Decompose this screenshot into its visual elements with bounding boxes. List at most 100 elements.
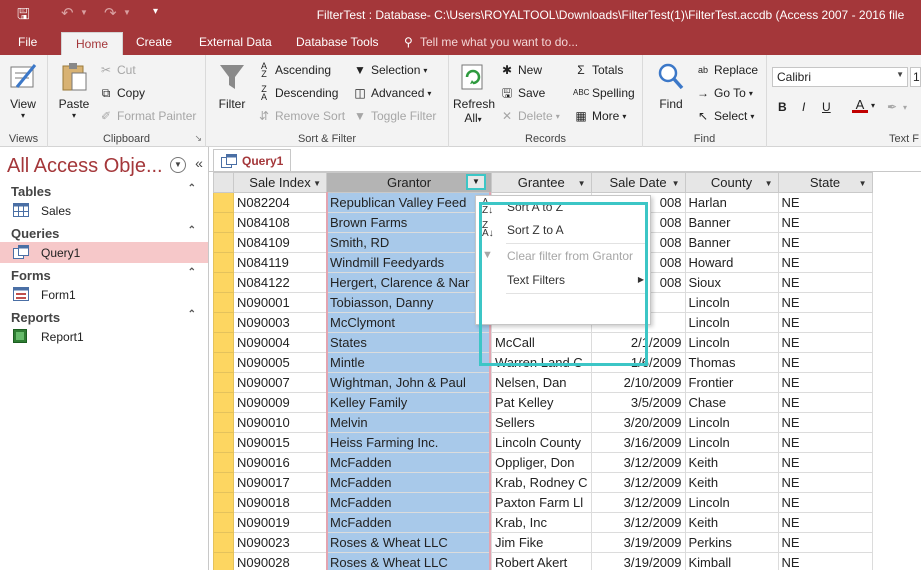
cell-grantor[interactable]: Wightman, John & Paul xyxy=(326,372,492,393)
column-dropdown-icon[interactable]: ▼ xyxy=(313,179,321,188)
cell-county[interactable]: Banner xyxy=(684,212,779,233)
cell-county[interactable]: Lincoln xyxy=(684,432,779,453)
cell-grantee[interactable]: Oppliger, Don xyxy=(491,452,592,473)
view-button[interactable]: View ▾ xyxy=(6,61,40,120)
cell-grantor[interactable]: Smith, RD xyxy=(326,232,492,253)
refresh-all-button[interactable]: Refresh All▾ xyxy=(453,61,495,125)
record-selector[interactable] xyxy=(213,212,234,233)
cell-sale-date[interactable]: 2/10/2009 xyxy=(590,372,686,393)
cell-state[interactable]: NE xyxy=(777,412,873,433)
cell-state[interactable]: NE xyxy=(777,512,873,533)
tab-file[interactable]: File xyxy=(18,35,37,49)
cell-county[interactable]: Sioux xyxy=(684,272,779,293)
cell-sale-index[interactable]: N090015 xyxy=(233,432,327,453)
column-dropdown-icon[interactable]: ▼ xyxy=(672,179,680,188)
record-selector[interactable] xyxy=(213,292,234,313)
save-icon[interactable]: 🖫 xyxy=(17,4,30,29)
cell-county[interactable]: Lincoln xyxy=(684,332,779,353)
selection-button[interactable]: ▼ Selection ▾ xyxy=(352,62,427,78)
cell-sale-date[interactable]: 3/19/2009 xyxy=(590,532,686,553)
cell-sale-index[interactable]: N090007 xyxy=(233,372,327,393)
table-row[interactable]: N090016 McFadden Oppliger, Don 3/12/2009 Kei… xyxy=(213,452,873,473)
nav-item-form1[interactable]: Form1 xyxy=(0,284,208,305)
delete-record-button[interactable]: ✕ Delete ▾ xyxy=(499,108,560,124)
cell-state[interactable]: NE xyxy=(777,272,873,293)
ascending-button[interactable]: A Z Ascending xyxy=(256,62,331,79)
cell-sale-date[interactable]: 3/16/2009 xyxy=(590,432,686,453)
font-name-select[interactable]: Calibri ▼ xyxy=(772,67,908,87)
goto-button[interactable]: → Go To ▾ xyxy=(695,85,753,101)
cell-grantor[interactable]: Mintle xyxy=(326,352,492,373)
font-color-button[interactable]: A ▾ xyxy=(852,97,875,113)
nav-section-queries[interactable]: Queries ⌃ xyxy=(0,222,208,242)
column-header-county[interactable]: County ▼ xyxy=(684,172,779,193)
bold-button[interactable]: B xyxy=(778,100,787,114)
cell-state[interactable]: NE xyxy=(777,492,873,513)
select-all-corner[interactable] xyxy=(213,172,234,193)
cut-button[interactable]: ✂ Cut xyxy=(98,62,136,78)
column-dropdown-icon[interactable]: ▼ xyxy=(765,179,773,188)
redo-icon[interactable]: ↷ xyxy=(104,4,117,22)
record-selector[interactable] xyxy=(213,312,234,333)
cell-sale-date[interactable]: 3/12/2009 xyxy=(590,512,686,533)
record-selector[interactable] xyxy=(213,232,234,253)
save-record-button[interactable]: 🖫 Save xyxy=(499,85,545,101)
cell-state[interactable]: NE xyxy=(777,472,873,493)
cell-sale-index[interactable]: N090019 xyxy=(233,512,327,533)
column-header-state[interactable]: State ▼ xyxy=(777,172,873,193)
cell-county[interactable]: Keith xyxy=(684,512,779,533)
italic-button[interactable]: I xyxy=(802,100,805,114)
cell-grantor[interactable]: Windmill Feedyards xyxy=(326,252,492,273)
cell-sale-index[interactable]: N084119 xyxy=(233,252,327,273)
cell-county[interactable]: Perkins xyxy=(684,532,779,553)
nav-item-report1[interactable]: Report1 xyxy=(0,326,208,347)
cell-grantor[interactable]: Roses & Wheat LLC xyxy=(326,552,492,570)
cell-grantee[interactable]: Nelsen, Dan xyxy=(491,372,592,393)
cell-sale-date[interactable]: 1/6/2009 xyxy=(590,352,686,373)
replace-button[interactable]: ab Replace xyxy=(695,62,758,78)
more-button[interactable]: ▦ More ▾ xyxy=(573,108,626,124)
cell-grantor[interactable]: Tobiasson, Danny xyxy=(326,292,492,313)
cell-sale-date[interactable]: 2/1/2009 xyxy=(590,332,686,353)
record-selector[interactable] xyxy=(213,512,234,533)
record-selector[interactable] xyxy=(213,392,234,413)
tab-home[interactable]: Home xyxy=(61,32,124,55)
cell-state[interactable]: NE xyxy=(777,292,873,313)
format-painter-button[interactable]: ✐ Format Painter xyxy=(98,108,196,124)
cell-grantee[interactable]: Krab, Rodney C xyxy=(491,472,592,493)
cell-state[interactable]: NE xyxy=(777,332,873,353)
text-filters-item[interactable]: Text Filters ▶ xyxy=(476,269,650,291)
cell-grantee[interactable]: Warren Land C xyxy=(491,352,592,373)
cell-sale-index[interactable]: N090023 xyxy=(233,532,327,553)
table-row[interactable]: N090018 McFadden Paxton Farm Ll 3/12/2009 Li… xyxy=(213,492,873,513)
cell-state[interactable]: NE xyxy=(777,312,873,333)
cell-county[interactable]: Howard xyxy=(684,252,779,273)
table-row[interactable]: N090010 Melvin Sellers 3/20/2009 Lincoln NE xyxy=(213,412,873,433)
table-row[interactable]: N090017 McFadden Krab, Rodney C 3/12/2009 Ke… xyxy=(213,472,873,493)
query1-document-tab[interactable]: Query1 xyxy=(213,149,291,172)
tab-external-data[interactable]: External Data xyxy=(199,35,272,49)
nav-pane-title[interactable]: All Access Obje... xyxy=(7,155,163,178)
cell-state[interactable]: NE xyxy=(777,372,873,393)
column-dropdown-icon[interactable]: ▼ xyxy=(578,179,586,188)
totals-button[interactable]: Σ Totals xyxy=(573,62,623,78)
record-selector[interactable] xyxy=(213,332,234,353)
tell-me-box[interactable]: Tell me what you want to do... xyxy=(420,35,578,49)
record-selector[interactable] xyxy=(213,192,234,213)
tab-create[interactable]: Create xyxy=(136,35,172,49)
clipboard-launcher-icon[interactable]: ↘ xyxy=(194,133,202,144)
cell-grantor[interactable]: Melvin xyxy=(326,412,492,433)
customize-qat-icon[interactable]: ▾ xyxy=(153,6,158,17)
cell-grantor[interactable]: McFadden xyxy=(326,452,492,473)
cell-grantee[interactable]: Jim Fike xyxy=(491,532,592,553)
remove-sort-button[interactable]: ⇵ Remove Sort xyxy=(256,108,345,124)
grantor-dropdown-icon[interactable]: ▼ xyxy=(466,174,486,190)
cell-county[interactable]: Kimball xyxy=(684,552,779,570)
cell-sale-index[interactable]: N090005 xyxy=(233,352,327,373)
cell-sale-index[interactable]: N090028 xyxy=(233,552,327,570)
cell-grantor[interactable]: Republican Valley Feed xyxy=(326,192,492,213)
cell-state[interactable]: NE xyxy=(777,432,873,453)
cell-state[interactable]: NE xyxy=(777,252,873,273)
cell-grantor[interactable]: Roses & Wheat LLC xyxy=(326,532,492,553)
cell-county[interactable]: Frontier xyxy=(684,372,779,393)
